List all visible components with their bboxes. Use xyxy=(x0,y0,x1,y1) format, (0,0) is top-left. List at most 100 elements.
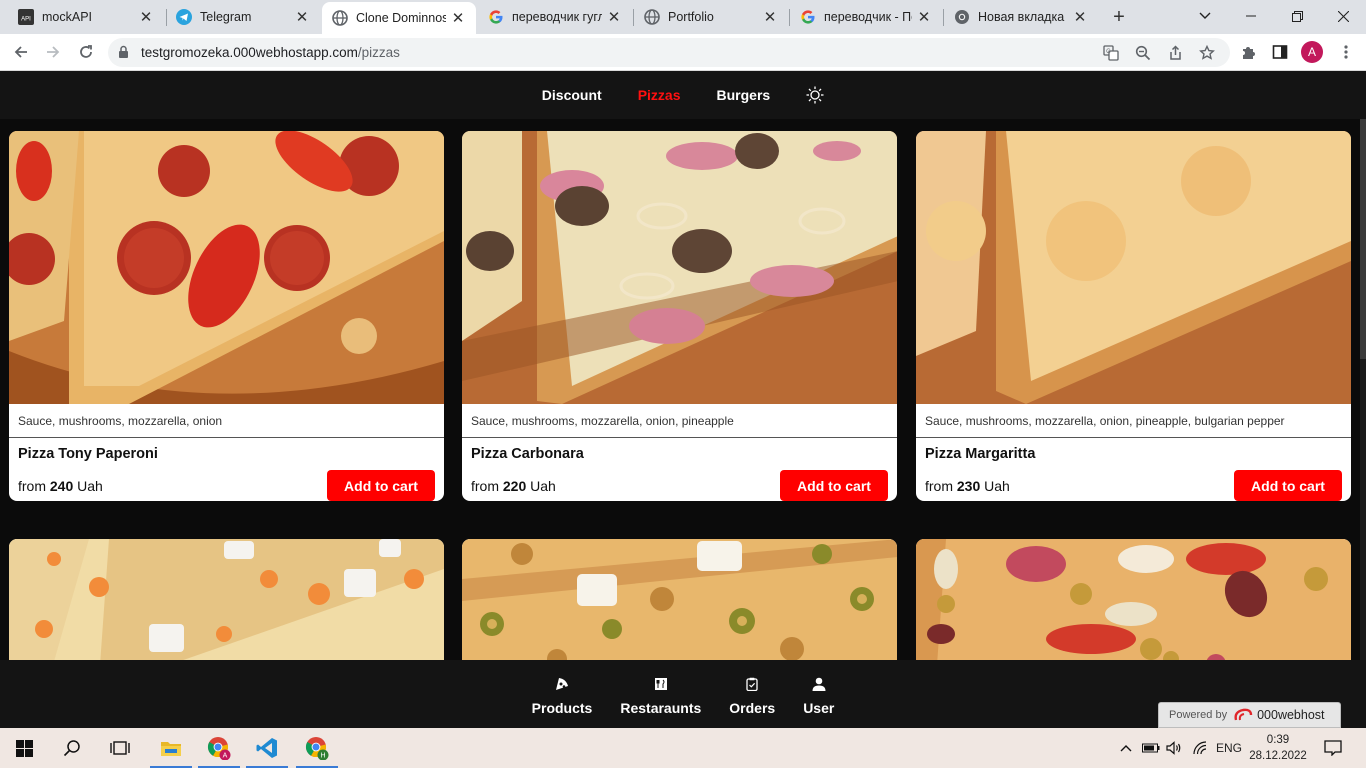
volume-icon[interactable] xyxy=(1164,728,1186,768)
site-top-nav: Discount Pizzas Burgers xyxy=(0,71,1366,119)
powered-by-text: Powered by xyxy=(1169,709,1228,721)
tab-clone-dominnos[interactable]: Clone Dominnos ✕ xyxy=(322,2,476,34)
forward-button[interactable] xyxy=(40,39,66,65)
close-window-button[interactable] xyxy=(1320,0,1366,32)
close-icon[interactable]: ✕ xyxy=(916,8,932,26)
add-to-cart-button[interactable]: Add to cart xyxy=(780,470,888,501)
chrome-profile-2-icon[interactable]: H xyxy=(296,728,338,768)
zoom-icon[interactable] xyxy=(1134,44,1152,62)
language-indicator[interactable]: ENG xyxy=(1212,728,1246,768)
clipboard-icon xyxy=(746,675,758,693)
clock-time: 0:39 xyxy=(1266,734,1290,746)
back-button[interactable] xyxy=(8,39,34,65)
tab-search-button[interactable] xyxy=(1182,0,1228,32)
restore-button[interactable] xyxy=(1274,0,1320,32)
pizza-olive-image[interactable] xyxy=(462,539,897,660)
close-icon[interactable]: ✕ xyxy=(294,8,310,26)
svg-text:API: API xyxy=(21,17,31,23)
close-icon[interactable]: ✕ xyxy=(450,9,466,27)
scrollbar-thumb[interactable] xyxy=(1360,119,1366,359)
globe-favicon xyxy=(644,9,660,25)
tab-title: переводчик - По xyxy=(824,10,912,24)
bottom-nav-user[interactable]: User xyxy=(803,660,834,728)
page-scrollbar[interactable] xyxy=(1360,119,1366,660)
product-grid: Sauce, mushrooms, mozzarella, onion Pizz… xyxy=(0,119,1360,660)
bottom-nav-orders[interactable]: Orders xyxy=(729,660,775,728)
chrome-badge-h: H xyxy=(320,753,325,760)
restaurant-icon xyxy=(654,675,668,693)
close-icon[interactable]: ✕ xyxy=(1072,8,1088,26)
product-name: Pizza Carbonara xyxy=(471,446,584,462)
minimize-button[interactable] xyxy=(1228,0,1274,32)
address-bar[interactable]: testgromozeka.000webhostapp.com/pizzas G xyxy=(108,38,1230,67)
tab-portfolio[interactable]: Portfolio ✕ xyxy=(634,0,788,34)
tab-title: переводчик гугл xyxy=(512,10,602,24)
reload-button[interactable] xyxy=(73,39,99,65)
product-price: from 230 Uah xyxy=(925,477,1010,494)
bookmark-star-icon[interactable] xyxy=(1198,44,1216,62)
google-favicon xyxy=(488,9,504,25)
menu-kebab-icon[interactable] xyxy=(1336,42,1356,62)
windows-start-icon[interactable] xyxy=(4,728,44,768)
product-card: Sauce, mushrooms, mozzarella, onion Pizz… xyxy=(9,131,444,501)
notification-icon[interactable] xyxy=(1318,728,1348,768)
system-clock[interactable]: 0:39 28.12.2022 xyxy=(1246,732,1310,764)
profile-avatar[interactable]: A xyxy=(1301,41,1323,63)
bottom-nav-products[interactable]: Products xyxy=(532,660,592,728)
vscode-icon[interactable] xyxy=(246,728,288,768)
tab-translator-po[interactable]: переводчик - По ✕ xyxy=(790,0,942,34)
bottom-nav-label: Restaraunts xyxy=(620,700,702,716)
tab-translator-google[interactable]: переводчик гугл ✕ xyxy=(478,0,632,34)
close-icon[interactable]: ✕ xyxy=(762,8,778,26)
bottom-nav-label: Orders xyxy=(729,700,776,716)
pizza-pepperoni-image[interactable] xyxy=(9,131,444,404)
product-name: Pizza Margaritta xyxy=(925,446,1036,462)
tab-new-tab[interactable]: Новая вкладка ✕ xyxy=(944,0,1098,34)
close-icon[interactable]: ✕ xyxy=(138,8,154,26)
000webhost-logo-icon xyxy=(1233,708,1253,722)
user-icon xyxy=(812,675,826,693)
url-text: testgromozeka.000webhostapp.com/pizzas xyxy=(141,45,400,60)
tab-title: Portfolio xyxy=(668,10,714,24)
battery-icon[interactable] xyxy=(1140,728,1162,768)
pizza-four-cheese-image[interactable] xyxy=(9,539,444,660)
add-to-cart-button[interactable]: Add to cart xyxy=(1234,470,1342,501)
pizza-margaritta-image[interactable] xyxy=(916,131,1351,404)
file-explorer-icon[interactable] xyxy=(150,728,192,768)
clock-date: 28.12.2022 xyxy=(1249,750,1307,762)
tab-title: Clone Dominnos xyxy=(356,11,446,25)
share-icon[interactable] xyxy=(1166,44,1184,62)
side-panel-icon[interactable] xyxy=(1270,42,1290,62)
translate-icon[interactable]: G xyxy=(1102,44,1120,62)
powered-brand: 000webhost xyxy=(1257,708,1325,722)
bottom-nav-restaurants[interactable]: Restaraunts xyxy=(620,660,701,728)
wifi-icon[interactable] xyxy=(1190,728,1212,768)
close-icon[interactable]: ✕ xyxy=(606,8,622,26)
tab-title: Новая вкладка xyxy=(978,10,1065,24)
powered-by-badge[interactable]: Powered by 000webhost xyxy=(1158,702,1341,728)
ingredients-text: Sauce, mushrooms, mozzarella, onion, pin… xyxy=(462,404,897,438)
chrome-taskbar-icon[interactable]: A xyxy=(198,728,240,768)
windows-taskbar: A H ENG 0:39 28.12.2022 xyxy=(0,728,1366,768)
add-to-cart-button[interactable]: Add to cart xyxy=(327,470,435,501)
chrome-badge-a: A xyxy=(223,753,228,760)
chevron-up-icon[interactable] xyxy=(1116,728,1136,768)
search-icon[interactable] xyxy=(52,728,92,768)
nav-burgers[interactable]: Burgers xyxy=(717,87,771,103)
browser-tab-strip: API mockAPI ✕ Telegram ✕ Clone Dominnos … xyxy=(0,0,1366,34)
buy-row: from 220 Uah Add to cart xyxy=(462,468,897,501)
tab-telegram[interactable]: Telegram ✕ xyxy=(166,0,320,34)
tab-mockapi[interactable]: API mockAPI ✕ xyxy=(8,0,164,34)
pizza-meat-image[interactable] xyxy=(916,539,1351,660)
product-price: from 220 Uah xyxy=(471,477,556,494)
extensions-puzzle-icon[interactable] xyxy=(1238,42,1258,62)
pizza-carbonara-image[interactable] xyxy=(462,131,897,404)
nav-pizzas[interactable]: Pizzas xyxy=(638,87,681,103)
sun-icon[interactable] xyxy=(806,86,824,104)
telegram-favicon xyxy=(176,9,192,25)
tab-title: mockAPI xyxy=(42,10,93,24)
nav-discount[interactable]: Discount xyxy=(542,87,602,103)
task-view-icon[interactable] xyxy=(100,728,140,768)
ingredients-text: Sauce, mushrooms, mozzarella, onion, pin… xyxy=(916,404,1351,438)
new-tab-button[interactable]: + xyxy=(1106,5,1132,31)
